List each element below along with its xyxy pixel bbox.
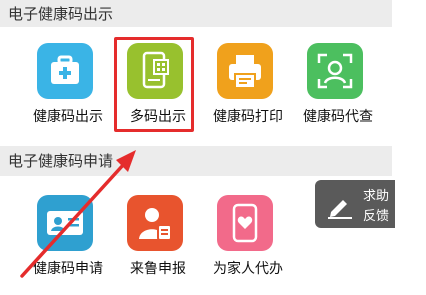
section-title: 电子健康码申请: [8, 152, 114, 170]
help-label: 求助: [363, 189, 390, 204]
medical-kit-icon: [37, 43, 93, 99]
tile-label: 健康码打印: [213, 109, 283, 125]
tile-label: 健康码申请: [33, 261, 103, 277]
tile-health-code-proxy-check[interactable]: 健康码代查: [294, 43, 382, 143]
tile-label: 为家人代办: [213, 261, 283, 277]
tile-come-to-shandong-report[interactable]: 来鲁申报: [114, 195, 202, 295]
id-card-icon: [37, 195, 93, 251]
tile-label: 健康码代查: [303, 109, 373, 125]
section-title: 电子健康码出示: [8, 5, 114, 23]
tile-health-code-apply[interactable]: 健康码申请: [24, 195, 112, 295]
person-report-icon: [127, 195, 183, 251]
section-header-apply: 电子健康码申请: [0, 146, 392, 176]
tile-label: 健康码出示: [33, 109, 103, 125]
highlight-box: [114, 37, 194, 132]
tile-health-code-print[interactable]: 健康码打印: [204, 43, 292, 143]
pencil-icon: [328, 200, 352, 219]
section-header-show: 电子健康码出示: [0, 0, 392, 27]
face-scan-icon: [307, 43, 363, 99]
help-feedback-button[interactable]: 求助 反馈: [315, 180, 395, 228]
tile-health-code-show[interactable]: 健康码出示: [24, 43, 112, 143]
feedback-label: 反馈: [363, 209, 390, 224]
tile-family-proxy[interactable]: 为家人代办: [204, 195, 292, 295]
phone-heart-icon: [217, 195, 273, 251]
printer-icon: [217, 43, 273, 99]
tile-label: 来鲁申报: [130, 261, 186, 277]
